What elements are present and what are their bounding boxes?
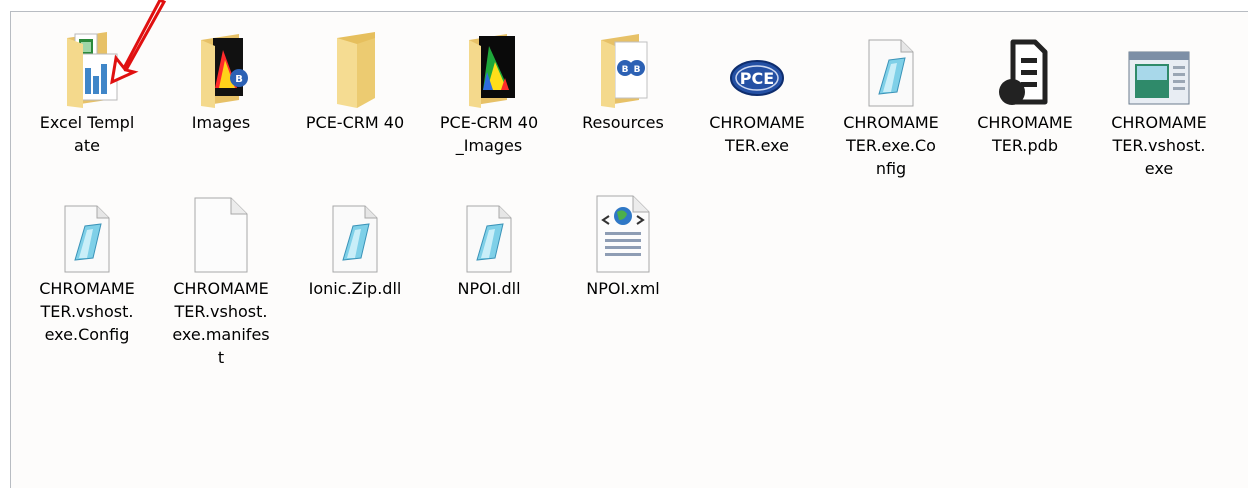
file-name-label: PCE-CRM 40_Images	[439, 113, 539, 155]
file-name-label: CHROMAMETER.vshost.exe.manifest	[172, 279, 270, 367]
pce-logo-text: PCE	[740, 69, 774, 88]
images-folder-icon: B	[188, 24, 254, 108]
file-grid: Excel Template B Images PCE-CRM 40 PCE-C…	[37, 24, 1227, 369]
pdb-file-icon	[992, 24, 1058, 108]
file-name-label: Excel Template	[39, 113, 135, 155]
resources-folder-icon: B B	[590, 24, 656, 108]
file-name-label: Images	[191, 113, 251, 132]
file-item-ionic-zip-dll[interactable]: Ionic.Zip.dll	[305, 190, 405, 369]
svg-text:B: B	[622, 65, 629, 75]
file-item-npoi-dll[interactable]: NPOI.dll	[439, 190, 539, 369]
file-item-chromameter-vshost-exe-manifest[interactable]: CHROMAMETER.vshost.exe.manifest	[171, 190, 271, 369]
file-name-label: CHROMAMETER.exe	[709, 113, 805, 155]
svg-text:B: B	[235, 74, 243, 85]
file-name-label: Ionic.Zip.dll	[308, 279, 402, 298]
pce-app-icon: PCE	[724, 24, 790, 108]
file-item-chromameter-vshost-exe-config[interactable]: CHROMAMETER.vshost.exe.Config	[37, 190, 137, 369]
file-item-npoi-xml[interactable]: NPOI.xml	[573, 190, 673, 369]
file-name-label: Resources	[582, 113, 664, 132]
file-item-excel-template[interactable]: Excel Template	[37, 24, 137, 180]
file-item-pce-crm-40-images[interactable]: PCE-CRM 40_Images	[439, 24, 539, 180]
folder-icon	[322, 24, 388, 108]
config-file-icon	[858, 24, 924, 108]
images-folder-icon	[456, 24, 522, 108]
dll-file-icon	[456, 190, 522, 274]
file-name-label: NPOI.xml	[586, 279, 660, 298]
file-item-chromameter-vshost-exe[interactable]: CHROMAMETER.vshost.exe	[1109, 24, 1209, 180]
file-name-label: CHROMAMETER.vshost.exe	[1111, 113, 1207, 178]
file-item-chromameter-exe[interactable]: PCE CHROMAMETER.exe	[707, 24, 807, 180]
dll-file-icon	[322, 190, 388, 274]
file-item-chromameter-exe-config[interactable]: CHROMAMETER.exe.Config	[841, 24, 941, 180]
file-item-images[interactable]: B Images	[171, 24, 271, 180]
config-file-icon	[54, 190, 120, 274]
file-name-label: CHROMAMETER.pdb	[977, 113, 1073, 155]
xml-file-icon	[590, 190, 656, 274]
file-item-resources[interactable]: B B Resources	[573, 24, 673, 180]
file-name-label: CHROMAMETER.vshost.exe.Config	[39, 279, 135, 344]
svg-text:B: B	[634, 65, 641, 75]
file-name-label: CHROMAMETER.exe.Config	[843, 113, 939, 178]
excel-template-folder-icon	[54, 24, 120, 108]
file-item-chromameter-pdb[interactable]: CHROMAMETER.pdb	[975, 24, 1075, 180]
file-name-label: PCE-CRM 40	[305, 113, 405, 132]
file-item-pce-crm-40[interactable]: PCE-CRM 40	[305, 24, 405, 180]
blank-file-icon	[188, 190, 254, 274]
file-name-label: NPOI.dll	[457, 279, 521, 298]
window-app-icon	[1126, 24, 1192, 108]
file-list-pane: Excel Template B Images PCE-CRM 40 PCE-C…	[10, 11, 1248, 488]
